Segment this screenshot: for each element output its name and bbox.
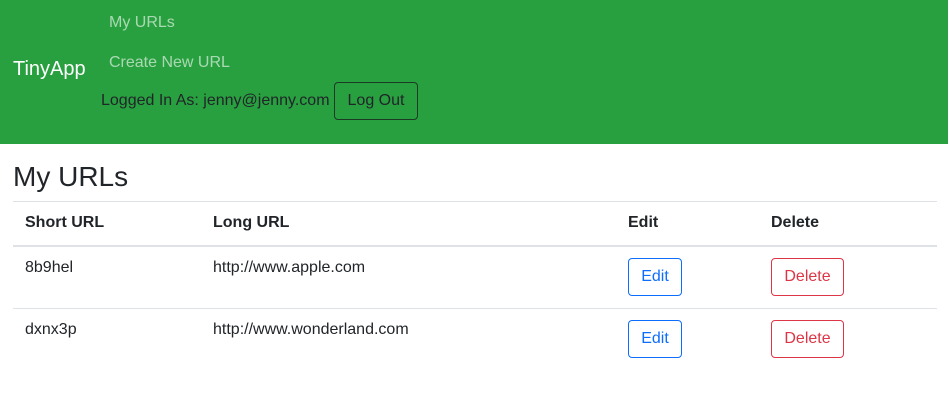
navbar: TinyApp My URLs Create New URL Logged In…	[0, 0, 948, 144]
edit-button[interactable]: Edit	[628, 257, 682, 296]
nav-create-new-url[interactable]: Create New URL	[109, 53, 230, 73]
table-row: dxnx3p http://www.wonderland.com Edit De…	[13, 308, 937, 372]
table-header-row: Short URL Long URL Edit Delete	[13, 201, 937, 247]
logged-in-status: Logged In As: jenny@jenny.com	[101, 92, 330, 109]
long-url-cell: http://www.wonderland.com	[201, 308, 616, 372]
edit-cell: Edit	[616, 246, 759, 309]
urls-table: Short URL Long URL Edit Delete 8b9hel ht…	[13, 201, 937, 372]
long-url-cell: http://www.apple.com	[213, 258, 366, 276]
header-short-url: Short URL	[13, 201, 201, 247]
header-long-url: Long URL	[201, 201, 616, 247]
edit-button[interactable]: Edit	[628, 320, 682, 358]
nav-my-urls[interactable]: My URLs	[109, 13, 175, 33]
delete-cell: Delete	[759, 246, 937, 309]
header-edit: Edit	[616, 201, 759, 247]
page-title: My URLs	[13, 161, 129, 192]
logout-button[interactable]: Log Out	[334, 82, 418, 120]
header-delete: Delete	[759, 201, 937, 247]
edit-cell: Edit	[616, 308, 759, 372]
delete-button[interactable]: Delete	[771, 320, 844, 358]
delete-cell: Delete	[759, 308, 937, 372]
delete-button[interactable]: Delete	[771, 257, 844, 296]
brand-link[interactable]: TinyApp	[13, 57, 86, 81]
table-row: 8b9hel http://www.apple.com Edit Delete	[13, 246, 937, 309]
short-url-cell: dxnx3p	[13, 308, 201, 372]
short-url-cell: 8b9hel	[25, 258, 74, 276]
